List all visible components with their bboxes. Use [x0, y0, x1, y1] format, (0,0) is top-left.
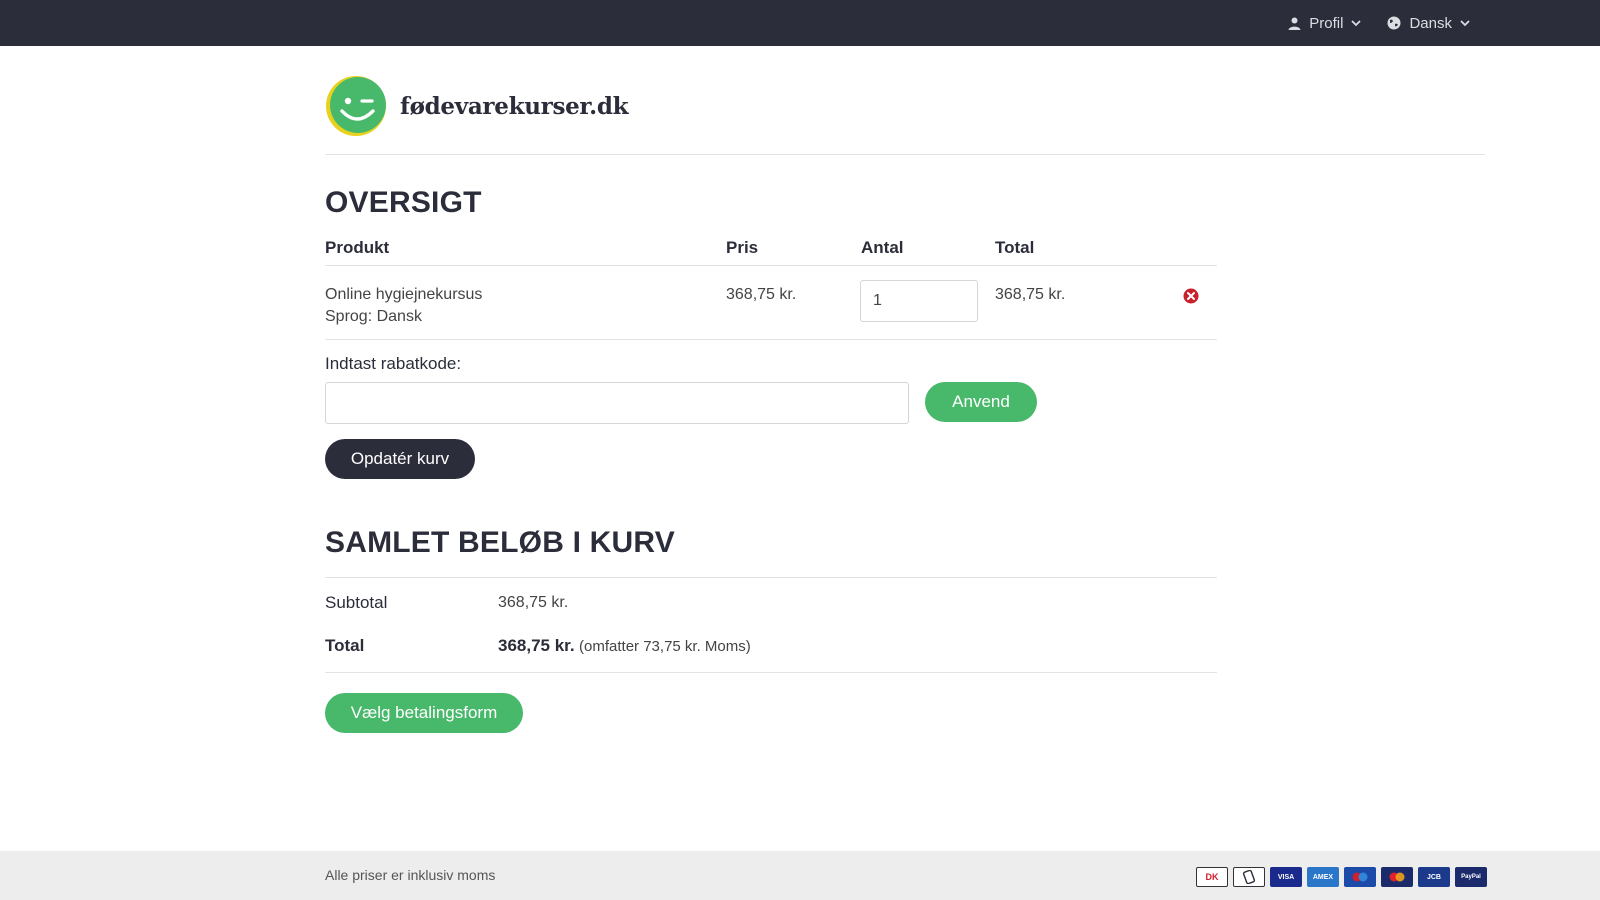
product-cell: Online hygiejnekursus Sprog: Dansk	[325, 284, 482, 328]
checkout-button[interactable]: Vælg betalingsform	[325, 693, 523, 733]
language-label: Dansk	[1409, 14, 1452, 32]
price-cell: 368,75 kr.	[726, 286, 797, 303]
cart-title: OVERSIGT	[325, 186, 482, 219]
total-cell: 368,75 kr.	[995, 286, 1066, 303]
product-name[interactable]: Online hygiejnekursus	[325, 284, 482, 306]
paypal-icon: PayPal	[1455, 867, 1487, 887]
site-logo[interactable]: fødevarekurser.dk	[325, 75, 629, 137]
maestro-icon	[1344, 867, 1376, 887]
total-value-group: 368,75 kr. (omfatter 73,75 kr. Moms)	[498, 636, 751, 656]
globe-icon	[1387, 16, 1401, 30]
cart-totals-title: SAMLET BELØB I KURV	[325, 526, 675, 559]
smiley-logo-icon	[326, 76, 386, 136]
subtotal-value: 368,75 kr.	[498, 594, 569, 611]
mastercard-icon	[1381, 867, 1413, 887]
cart-table-header: Produkt Pris Antal Total	[325, 232, 1217, 266]
language-menu[interactable]: Dansk	[1387, 15, 1470, 32]
chevron-down-icon	[1351, 19, 1362, 26]
column-quantity: Antal	[861, 238, 904, 257]
column-total: Total	[995, 238, 1035, 257]
jcb-icon: JCB	[1418, 867, 1450, 887]
dankort-icon: DK	[1196, 867, 1228, 887]
cart-table: Produkt Pris Antal Total Online hygiejne…	[325, 232, 1217, 340]
chevron-down-icon	[1460, 19, 1470, 26]
divider	[325, 577, 1217, 578]
table-row: Online hygiejnekursus Sprog: Dansk 368,7…	[325, 266, 1217, 340]
coupon-label: Indtast rabatkode:	[325, 354, 462, 373]
site-footer: Alle priser er inklusiv moms DK VISA AME…	[0, 851, 1600, 900]
subtotal-label: Subtotal	[325, 593, 388, 612]
update-cart-button[interactable]: Opdatér kurv	[325, 439, 475, 479]
product-language: Sprog: Dansk	[325, 308, 422, 325]
amex-icon: AMEX	[1307, 867, 1339, 887]
mobilepay-icon	[1233, 867, 1265, 887]
apply-coupon-button[interactable]: Anvend	[925, 382, 1037, 422]
divider	[325, 672, 1217, 673]
quantity-input[interactable]	[860, 280, 978, 322]
column-price: Pris	[726, 238, 759, 257]
brand-name: fødevarekurser.dk	[400, 92, 629, 120]
remove-item-icon[interactable]	[1183, 288, 1199, 304]
total-value: 368,75 kr.	[498, 636, 575, 655]
user-icon	[1288, 17, 1301, 30]
total-label: Total	[325, 636, 365, 655]
coupon-input[interactable]	[325, 382, 909, 424]
profile-menu[interactable]: Profil	[1288, 14, 1362, 32]
visa-icon: VISA	[1270, 867, 1302, 887]
column-product: Produkt	[325, 238, 390, 257]
profile-label: Profil	[1309, 14, 1344, 32]
top-navigation-bar: Profil Dansk	[0, 0, 1600, 46]
tax-note: (omfatter 73,75 kr. Moms)	[579, 638, 751, 655]
site-header: fødevarekurser.dk	[325, 46, 1485, 155]
footer-note: Alle priser er inklusiv moms	[325, 867, 496, 883]
payment-methods: DK VISA AMEX JCB PayPal	[1196, 867, 1487, 887]
top-menu: Profil Dansk	[1288, 0, 1470, 46]
